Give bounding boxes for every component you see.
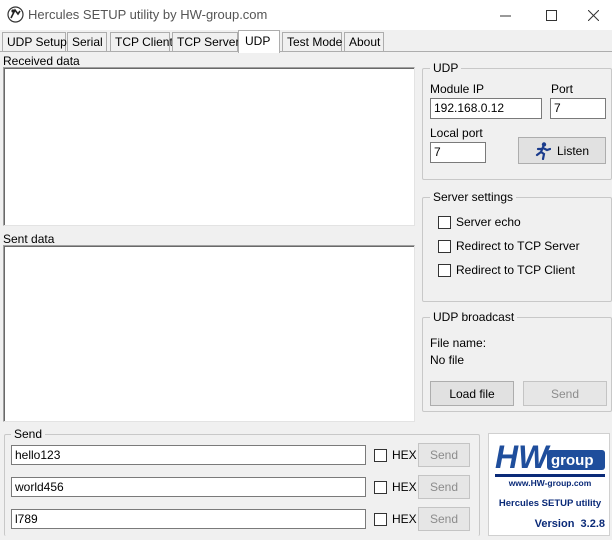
hercules-icon: [7, 6, 24, 23]
file-name-label: File name:: [430, 336, 487, 350]
minimize-button[interactable]: [482, 0, 528, 30]
hex-label-1: HEX: [392, 448, 417, 462]
port-label: Port: [551, 82, 574, 96]
tab-tcp-client[interactable]: TCP Client: [110, 32, 173, 51]
local-port-label: Local port: [430, 126, 483, 140]
module-ip-input[interactable]: 192.168.0.12: [430, 98, 542, 119]
logo-version: Version 3.2.8: [535, 518, 605, 530]
hex-checkbox-1[interactable]: [374, 449, 387, 462]
local-port-input[interactable]: 7: [430, 142, 486, 163]
redirect-tcp-client-label: Redirect to TCP Client: [456, 263, 575, 277]
send-input-1[interactable]: hello123: [11, 445, 366, 465]
tab-udp[interactable]: UDP: [238, 30, 280, 53]
logo-brand: HW: [495, 439, 551, 475]
send-button-1[interactable]: Send: [418, 443, 470, 467]
tab-tcp-server[interactable]: TCP Server: [172, 32, 239, 51]
hex-label-3: HEX: [392, 512, 417, 526]
send-button-2[interactable]: Send: [418, 475, 470, 499]
send-button-3[interactable]: Send: [418, 507, 470, 531]
tab-serial[interactable]: Serial: [67, 32, 107, 51]
port-input[interactable]: 7: [550, 98, 606, 119]
hex-checkbox-3[interactable]: [374, 513, 387, 526]
redirect-tcp-client-checkbox[interactable]: [438, 264, 451, 277]
sent-data-label: Sent data: [3, 232, 55, 246]
udp-group-title: UDP: [430, 61, 462, 75]
logo-product: Hercules SETUP utility: [499, 498, 602, 509]
hex-checkbox-2[interactable]: [374, 481, 387, 494]
sent-data-area[interactable]: [3, 245, 415, 422]
maximize-icon: [545, 9, 557, 21]
maximize-button[interactable]: [528, 0, 574, 30]
hex-label-2: HEX: [392, 480, 417, 494]
module-ip-label: Module IP: [430, 82, 485, 96]
tab-udp-setup[interactable]: UDP Setup: [2, 32, 67, 51]
close-icon: [587, 9, 599, 21]
listen-label: Listen: [556, 143, 590, 158]
running-man-icon: [535, 141, 551, 160]
udp-broadcast-title: UDP broadcast: [430, 310, 518, 324]
server-echo-checkbox[interactable]: [438, 216, 451, 229]
server-settings-title: Server settings: [430, 190, 517, 204]
tab-test-mode[interactable]: Test Mode: [282, 32, 342, 51]
logo-url: www.HW-group.com: [508, 478, 592, 488]
broadcast-send-button[interactable]: Send: [523, 381, 607, 406]
hw-group-logo: HW group www.HW-group.com Hercules SETUP…: [488, 433, 610, 536]
close-button[interactable]: [574, 0, 612, 30]
received-data-area[interactable]: [3, 67, 415, 226]
send-group-title: Send: [11, 427, 46, 441]
tab-about[interactable]: About: [344, 32, 384, 51]
logo-brand-suffix: group: [551, 452, 594, 469]
minimize-icon: [499, 15, 511, 16]
hw-group-logo-graphic: HW group www.HW-group.com Hercules SETUP…: [495, 439, 605, 530]
received-data-label: Received data: [3, 54, 80, 68]
redirect-tcp-server-label: Redirect to TCP Server: [456, 239, 580, 253]
listen-button[interactable]: Listen: [518, 137, 606, 164]
redirect-tcp-server-checkbox[interactable]: [438, 240, 451, 253]
window-title: Hercules SETUP utility by HW-group.com: [28, 7, 268, 22]
server-echo-label: Server echo: [456, 215, 521, 229]
load-file-button[interactable]: Load file: [430, 381, 514, 406]
file-name-value: No file: [430, 353, 465, 367]
send-input-3[interactable]: l789: [11, 509, 366, 529]
send-input-2[interactable]: world456: [11, 477, 366, 497]
